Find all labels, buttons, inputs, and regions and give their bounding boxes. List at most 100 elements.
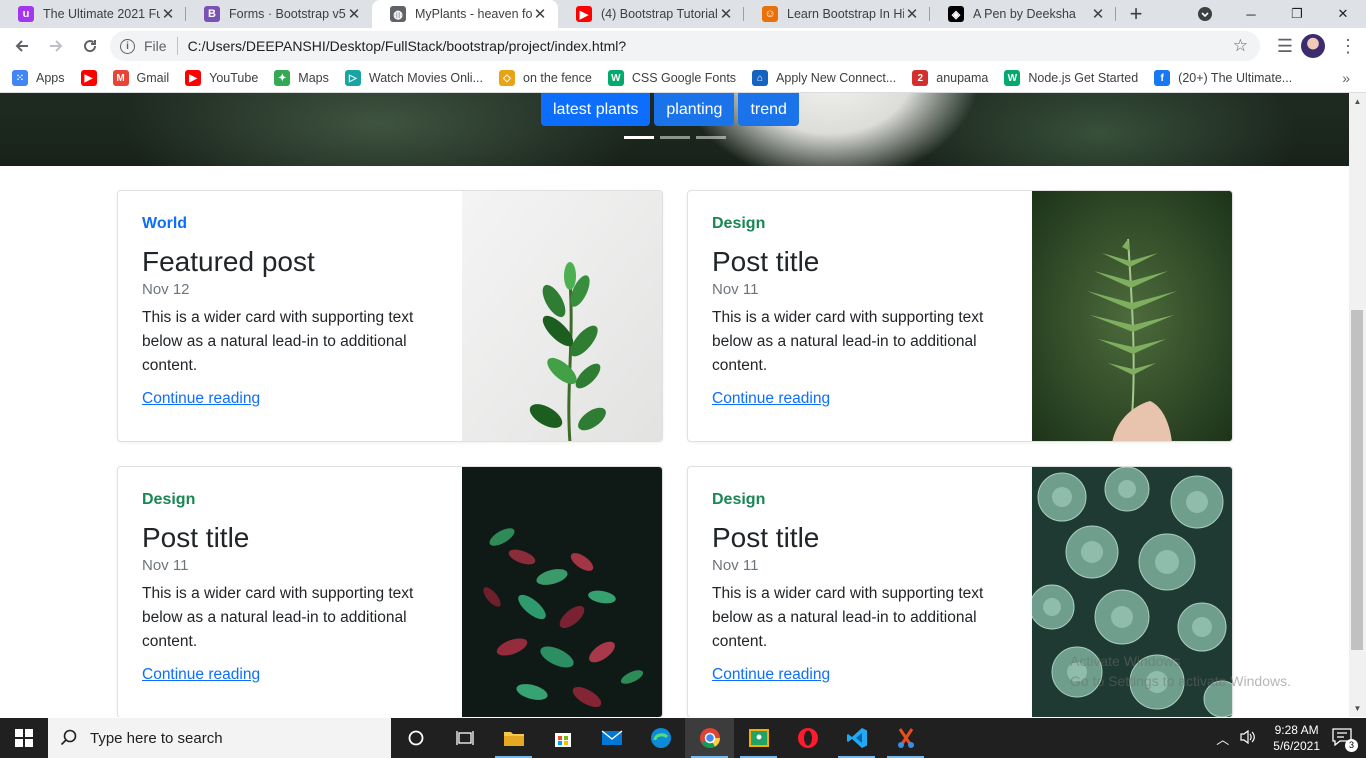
vscode-icon[interactable]: [832, 718, 881, 758]
bookmark-item[interactable]: ▶: [80, 70, 97, 86]
youtube-icon: ▶: [185, 70, 202, 86]
tab-search-icon[interactable]: [1182, 0, 1228, 28]
browser-tab[interactable]: ▶ (4) Bootstrap Tutorial ✕: [558, 0, 744, 28]
card-category: Design: [712, 491, 766, 508]
tab-close-icon[interactable]: ✕: [718, 5, 734, 23]
card-title: Post title: [712, 246, 820, 277]
bookmark-item[interactable]: f (20+) The Ultimate...: [1154, 70, 1292, 86]
continue-reading-link[interactable]: Continue reading: [142, 666, 260, 684]
windows-start-button[interactable]: [0, 718, 48, 758]
bookmark-star-icon[interactable]: ☆: [1233, 36, 1248, 56]
person-icon: ☺: [762, 6, 778, 22]
carousel-indicator-2[interactable]: [660, 136, 690, 139]
browser-tab[interactable]: ◈ A Pen by Deeksha ✕: [930, 0, 1116, 28]
card-text: This is a wider card with supporting tex…: [142, 585, 414, 650]
microsoft-store-icon[interactable]: [538, 718, 587, 758]
bookmark-item[interactable]: ⌂ Apply New Connect...: [752, 70, 896, 86]
scroll-up-arrow-icon[interactable]: ▲: [1349, 93, 1366, 110]
tag-planting[interactable]: planting: [654, 93, 735, 126]
bookmark-item[interactable]: 2 anupama: [912, 70, 988, 86]
browser-tab[interactable]: B Forms · Bootstrap v5.0 ✕: [186, 0, 372, 28]
card-text: This is a wider card with supporting tex…: [142, 309, 414, 374]
bookmark-item[interactable]: ✦ Maps: [274, 70, 329, 86]
page-scrollbar[interactable]: ▲ ▼: [1349, 93, 1366, 717]
notification-center-icon[interactable]: 3: [1332, 727, 1358, 752]
tab-close-icon[interactable]: ✕: [904, 5, 920, 23]
scroll-down-arrow-icon[interactable]: ▼: [1349, 700, 1366, 717]
apps-grid-icon: ⁙: [12, 70, 28, 86]
tab-title: A Pen by Deeksha: [973, 7, 1076, 21]
tab-close-icon[interactable]: ✕: [1090, 5, 1106, 23]
bookmark-item[interactable]: M Gmail: [112, 70, 170, 86]
browser-tab[interactable]: u The Ultimate 2021 Full ✕: [0, 0, 186, 28]
snipping-tool-icon[interactable]: [881, 718, 930, 758]
edge-browser-icon[interactable]: [636, 718, 685, 758]
browser-tab[interactable]: ◍ MyPlants - heaven for ✕: [372, 0, 558, 28]
anupama-icon: 2: [912, 70, 929, 86]
minimize-button[interactable]: ─: [1228, 0, 1274, 28]
system-tray: ︿ 9:28 AM 5/6/2021 3: [1216, 718, 1366, 758]
tag-latest-plants[interactable]: latest plants: [541, 93, 651, 126]
google-classroom-icon[interactable]: [734, 718, 783, 758]
show-hidden-icons-chevron-icon[interactable]: ︿: [1216, 729, 1229, 748]
bookmark-item[interactable]: ◇ on the fence: [499, 70, 592, 86]
post-card-featured: World Featured post Nov 12 This is a wid…: [117, 190, 663, 442]
bookmark-item[interactable]: W CSS Google Fonts: [607, 70, 737, 86]
youtube-icon: ▶: [80, 70, 97, 86]
tag-trend[interactable]: trend: [738, 93, 799, 126]
hero-tag-group: latest plants planting trend: [541, 93, 803, 126]
bookmark-item[interactable]: ▷ Watch Movies Onli...: [344, 70, 483, 86]
menu-kebab-icon[interactable]: ⋮: [1332, 30, 1364, 62]
bookmark-label: CSS Google Fonts: [631, 71, 737, 85]
tab-title: MyPlants - heaven for: [415, 7, 532, 21]
address-bar[interactable]: i File C:/Users/DEEPANSHI/Desktop/FullSt…: [110, 31, 1260, 61]
continue-reading-link[interactable]: Continue reading: [712, 666, 830, 684]
card-image-plant-sprig: [462, 191, 662, 441]
profile-avatar[interactable]: [1301, 34, 1325, 58]
chrome-icon[interactable]: [685, 718, 734, 758]
address-url[interactable]: C:/Users/DEEPANSHI/Desktop/FullStack/boo…: [188, 38, 627, 54]
taskbar-clock[interactable]: 9:28 AM 5/6/2021: [1273, 722, 1320, 754]
card-date: Nov 11: [142, 557, 189, 574]
card-title: Featured post: [142, 246, 315, 277]
tab-close-icon[interactable]: ✕: [160, 5, 176, 23]
taskbar-search-box[interactable]: Type here to search: [48, 718, 391, 758]
bookmarks-overflow-icon[interactable]: »: [1342, 70, 1350, 86]
info-icon[interactable]: i: [120, 38, 135, 54]
reading-list-icon[interactable]: ☰: [1269, 30, 1301, 62]
card-category: Design: [712, 215, 766, 232]
maps-icon: ✦: [274, 70, 291, 86]
card-image-red-green-leaves: [462, 467, 662, 717]
forward-button[interactable]: [40, 30, 72, 62]
tab-close-icon[interactable]: ✕: [532, 5, 548, 23]
volume-icon[interactable]: [1239, 729, 1257, 748]
new-tab-button[interactable]: +: [1122, 0, 1150, 28]
tab-close-icon[interactable]: ✕: [346, 5, 362, 23]
bookmark-item[interactable]: ▶ YouTube: [185, 70, 258, 86]
close-window-button[interactable]: ✕: [1320, 0, 1366, 28]
scrollbar-thumb[interactable]: [1351, 310, 1363, 650]
bookmark-item[interactable]: W Node.js Get Started: [1004, 70, 1138, 86]
bookmark-item[interactable]: ⁙ Apps: [12, 70, 65, 86]
cortana-icon[interactable]: [391, 718, 440, 758]
maximize-button[interactable]: ❐: [1274, 0, 1320, 28]
hero-carousel: latest plants planting trend: [0, 93, 1349, 166]
browser-tab[interactable]: ☺ Learn Bootstrap In Hin ✕: [744, 0, 930, 28]
carousel-indicator-1[interactable]: [624, 136, 654, 139]
continue-reading-link[interactable]: Continue reading: [142, 390, 260, 408]
continue-reading-link[interactable]: Continue reading: [712, 390, 830, 408]
opera-icon[interactable]: [783, 718, 832, 758]
bookmark-label: on the fence: [523, 71, 592, 85]
bootstrap-icon: B: [204, 6, 220, 22]
bookmark-label: Gmail: [136, 71, 170, 85]
carousel-indicator-3[interactable]: [696, 136, 726, 139]
task-view-icon[interactable]: [440, 718, 489, 758]
reload-button[interactable]: [74, 30, 106, 62]
windows-activation-watermark: Activate Windows Go to Settings to activ…: [1070, 651, 1330, 691]
file-explorer-icon[interactable]: [489, 718, 538, 758]
mail-icon[interactable]: [587, 718, 636, 758]
diamond-icon: ◇: [499, 70, 516, 86]
clock-date: 5/6/2021: [1273, 739, 1320, 753]
back-button[interactable]: [6, 30, 38, 62]
search-icon: [60, 729, 77, 746]
